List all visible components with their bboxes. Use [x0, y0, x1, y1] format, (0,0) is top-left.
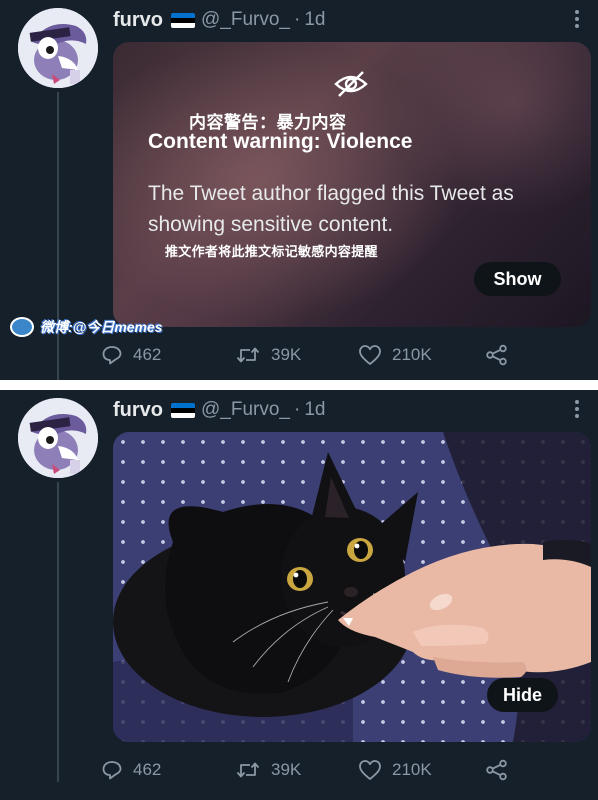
action-bar: 462 39K 210K: [102, 340, 583, 370]
timestamp[interactable]: 1d: [304, 399, 325, 421]
more-vertical-icon[interactable]: [574, 400, 580, 418]
content-warning-title: Content warning: Violence: [148, 130, 413, 153]
avatar[interactable]: [18, 398, 98, 478]
retweet-icon: [236, 762, 260, 778]
like-count: 210K: [392, 760, 432, 779]
more-vertical-icon[interactable]: [574, 10, 580, 28]
weibo-logo-icon: [10, 317, 34, 337]
sensitive-media: 内容警告：暴力内容 Content warning: Violence The …: [113, 42, 591, 327]
retweet-count: 39K: [271, 760, 302, 779]
heart-icon: [359, 345, 381, 365]
eye-off-icon: [334, 71, 368, 97]
tweet-sensitive: furvo @_Furvo_ · 1d 内容警告：暴力内容 Content wa…: [0, 0, 598, 380]
display-name[interactable]: furvo: [113, 399, 163, 422]
reply-icon: [102, 346, 122, 365]
cat-photo[interactable]: Hide: [113, 432, 591, 742]
action-bar: 462 39K 210K: [102, 755, 583, 785]
tweet-revealed: furvo @_Furvo_ · 1d Hide 462 39K 210K: [0, 390, 598, 800]
thread-line: [57, 482, 59, 782]
content-warning-body-chinese: 推文作者将此推文标记敏感内容提醒: [165, 244, 378, 259]
reply-icon: [102, 761, 122, 780]
reply-count: 462: [133, 760, 162, 779]
like-count: 210K: [392, 345, 432, 364]
tweet-header: furvo @_Furvo_ · 1d: [113, 398, 325, 422]
separator: ·: [294, 399, 301, 420]
retweet-icon: [236, 347, 260, 363]
avatar[interactable]: [18, 8, 98, 88]
watermark: 微博:@今日memes: [10, 316, 163, 338]
show-button[interactable]: Show: [474, 262, 561, 296]
user-handle[interactable]: @_Furvo_: [201, 399, 290, 421]
user-handle[interactable]: @_Furvo_: [201, 9, 290, 31]
reply-count: 462: [133, 345, 162, 364]
content-warning-body: The Tweet author flagged this Tweet as s…: [148, 182, 514, 236]
estonia-flag-icon: [171, 12, 195, 28]
separator: ·: [294, 9, 301, 30]
timestamp[interactable]: 1d: [304, 9, 325, 31]
hide-button[interactable]: Hide: [487, 678, 558, 712]
retweet-button[interactable]: 39K: [235, 759, 301, 781]
share-button[interactable]: [485, 344, 509, 366]
reply-button[interactable]: 462: [101, 759, 161, 781]
retweet-count: 39K: [271, 345, 302, 364]
heart-icon: [359, 760, 381, 780]
retweet-button[interactable]: 39K: [235, 344, 301, 366]
share-button[interactable]: [485, 759, 509, 781]
watermark-text: 微博:@今日memes: [40, 319, 163, 335]
tweet-header: furvo @_Furvo_ · 1d: [113, 8, 325, 32]
share-icon: [486, 759, 507, 781]
display-name[interactable]: furvo: [113, 9, 163, 32]
like-button[interactable]: 210K: [358, 344, 432, 366]
estonia-flag-icon: [171, 402, 195, 418]
share-icon: [486, 344, 507, 366]
reply-button[interactable]: 462: [101, 344, 161, 366]
like-button[interactable]: 210K: [358, 759, 432, 781]
